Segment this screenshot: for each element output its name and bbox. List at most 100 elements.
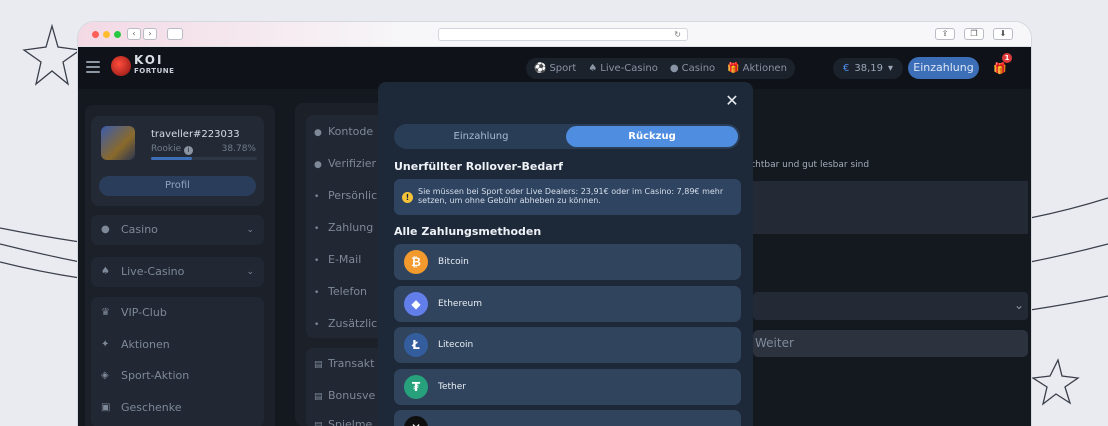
browser-toolbar: ‹ › ↻ ⇪ ❐ ⬇ <box>78 22 1031 47</box>
koi-fish-icon <box>111 56 131 76</box>
account-item[interactable]: • Zahlung <box>314 221 373 234</box>
rollover-heading: Unerfüllter Rollover-Bedarf <box>394 160 563 173</box>
crown-icon: ♛ <box>101 307 110 318</box>
close-window-button[interactable] <box>92 31 99 38</box>
nav-item-live-casino[interactable]: ♠ Live-Casino <box>588 63 658 74</box>
gift-icon: ▣ <box>101 402 111 413</box>
logo-text: KOI <box>134 53 164 67</box>
sidebar-item-live-casino[interactable]: ♠ Live-Casino ⌄ <box>91 257 264 287</box>
profile-button[interactable]: Profil <box>99 176 256 196</box>
account-item[interactable]: ● Kontode <box>314 125 373 138</box>
forward-button[interactable]: › <box>143 28 157 40</box>
nav-item-label: Live-Casino <box>600 63 658 74</box>
share-button[interactable]: ⇪ <box>935 28 955 40</box>
account-item[interactable]: ▤ Bonusve <box>314 389 375 402</box>
continue-button[interactable]: Weiter <box>753 330 1028 357</box>
deposit-button[interactable]: Einzahlung <box>908 57 979 79</box>
rank-label: Rookie i <box>151 144 193 155</box>
logo[interactable]: KOI FORTUNE <box>111 53 174 77</box>
football-icon: ⚽ <box>534 63 547 74</box>
bullet-icon: • <box>314 256 320 266</box>
upload-area[interactable] <box>753 181 1028 234</box>
user-icon: ● <box>314 160 322 170</box>
payment-method[interactable]: ₿ Bitcoin <box>394 244 741 280</box>
maximize-window-button[interactable] <box>114 31 121 38</box>
account-item[interactable]: ▤ Transakt <box>314 357 375 370</box>
notification-badge: 1 <box>1002 53 1012 63</box>
chevron-down-icon: ⌄ <box>246 267 254 277</box>
chevron-down-icon: ▾ <box>888 63 894 74</box>
bullet-icon: • <box>314 192 320 202</box>
bullet-icon: • <box>314 224 320 234</box>
progress-percent: 38.78% <box>221 144 256 154</box>
star-icon <box>22 23 82 86</box>
reload-icon[interactable]: ↻ <box>674 29 681 41</box>
gift-icon[interactable]: 🎁 1 <box>990 53 1012 79</box>
payment-modal: ✕ Einzahlung Rückzug Unerfüllter Rollove… <box>378 82 753 426</box>
account-item[interactable]: • Persönlic <box>314 189 377 202</box>
sidebar-item-label: Live-Casino <box>121 265 185 278</box>
cards-icon: ♠ <box>588 63 598 74</box>
nav-item-label: Casino <box>681 63 716 74</box>
username: traveller#223033 <box>151 129 240 140</box>
star-icon <box>1031 358 1080 406</box>
gift-icon: 🎁 <box>727 63 740 74</box>
tabs-button[interactable]: ❐ <box>964 28 984 40</box>
casino-chip-icon: ● <box>669 63 679 74</box>
payment-method-name: Tether <box>438 381 466 392</box>
address-bar[interactable]: ↻ <box>438 28 688 41</box>
account-item[interactable]: ● Verifizier <box>314 157 376 170</box>
payment-method-name: Ethereum <box>438 298 482 309</box>
menu-icon[interactable] <box>86 61 100 76</box>
payment-method[interactable]: ◆ Ethereum <box>394 285 741 322</box>
rollover-notice: ! Sie müssen bei Sport oder Live Dealers… <box>394 179 741 215</box>
main-menu: ⚽ Sport ♠ Live-Casino ● Casino 🎁 Aktionen <box>526 58 795 79</box>
sidebar-item-casino[interactable]: ● Casino ⌄ <box>91 215 264 245</box>
hint-text: sichtbar und gut lesbar sind <box>743 160 870 170</box>
warning-icon: ! <box>402 192 413 203</box>
avatar[interactable] <box>101 126 135 160</box>
sidebar-item-promotions[interactable]: ✦ Aktionen <box>91 335 170 355</box>
nav-item-label: Sport <box>549 63 577 74</box>
tab-deposit[interactable]: Einzahlung <box>396 126 566 147</box>
balance-selector[interactable]: € 38,19 ▾ <box>833 58 904 79</box>
account-menu: ● Kontode ● Verifizier • Persönlic • Zahlung… <box>306 115 386 338</box>
ticket-icon: ◈ <box>101 370 109 381</box>
bullet-icon: • <box>314 288 320 298</box>
tab-withdraw[interactable]: Rückzug <box>566 126 738 147</box>
account-item[interactable]: ▤ Spielme <box>314 418 372 426</box>
balance-value: 38,19 <box>854 63 884 74</box>
sidebar-item-gifts[interactable]: ▣ Geschenke <box>91 398 182 418</box>
back-button[interactable]: ‹ <box>127 28 141 40</box>
account-item[interactable]: • Telefon <box>314 285 367 298</box>
payment-method[interactable]: ✕ <box>394 410 741 426</box>
user-circle-icon: ● <box>314 128 322 138</box>
nav-item-label: Aktionen <box>742 63 787 74</box>
nav-item-promotions[interactable]: 🎁 Aktionen <box>727 63 787 74</box>
payment-method-name: Bitcoin <box>438 257 469 267</box>
sidebar-item-sport-promo[interactable]: ◈ Sport-Aktion <box>91 366 189 386</box>
minimize-window-button[interactable] <box>103 31 110 38</box>
nav-item-sport[interactable]: ⚽ Sport <box>534 63 576 74</box>
sidebar-item-label: Casino <box>121 223 158 236</box>
close-icon[interactable]: ✕ <box>725 93 739 109</box>
bullet-icon: • <box>314 320 320 330</box>
info-icon[interactable]: i <box>184 146 193 155</box>
currency-symbol: € <box>843 63 850 74</box>
nav-item-casino[interactable]: ● Casino <box>670 63 715 74</box>
payment-method[interactable]: Ł Litecoin <box>394 327 741 363</box>
download-button[interactable]: ⬇ <box>993 28 1013 40</box>
chevron-down-icon: ⌄ <box>246 225 254 235</box>
sidebar-item-vip[interactable]: ♛ VIP-Club <box>91 303 167 323</box>
chevron-down-icon: ⌄ <box>1013 298 1024 312</box>
sidebar-toggle-button[interactable] <box>167 28 183 40</box>
profile-card: traveller#223033 Rookie i 38.78% Profil <box>91 116 264 206</box>
payment-method[interactable]: ₮ Tether <box>394 368 741 405</box>
bitcoin-icon: ₿ <box>404 250 428 274</box>
document-type-select[interactable]: ⌄ <box>753 292 1028 320</box>
account-menu-2: ▤ Transakt ▤ Bonusve ▤ Spielme <box>306 348 386 426</box>
payment-tabs: Einzahlung Rückzug <box>394 124 740 149</box>
account-item[interactable]: • Zusätzlic <box>314 317 377 330</box>
star-icon: ✦ <box>101 339 110 350</box>
account-item[interactable]: • E-Mail <box>314 253 361 266</box>
